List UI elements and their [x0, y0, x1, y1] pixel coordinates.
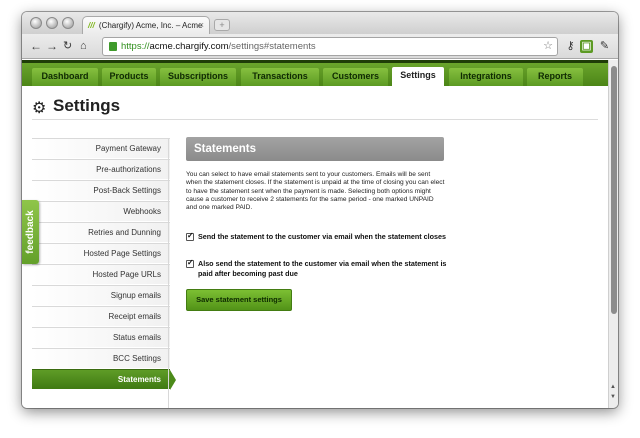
- sidebar-item-hosted-page-urls[interactable]: Hosted Page URLs: [32, 264, 170, 284]
- browser-tab[interactable]: /// (Chargify) Acme, Inc. – Acme ×: [82, 16, 210, 34]
- tab-close-icon[interactable]: ×: [199, 17, 204, 34]
- close-window-button[interactable]: [30, 17, 42, 29]
- feedback-tab[interactable]: feedback: [22, 200, 39, 264]
- new-tab-button[interactable]: +: [214, 19, 230, 31]
- sidebar-item-hosted-page-settings[interactable]: Hosted Page Settings: [32, 243, 170, 263]
- scroll-up-arrow-icon[interactable]: ▲: [610, 384, 616, 390]
- tab-transactions[interactable]: Transactions: [241, 68, 319, 86]
- browser-window: /// (Chargify) Acme, Inc. – Acme × + ← →…: [22, 12, 618, 408]
- lock-icon: [109, 42, 117, 51]
- send-on-close-label[interactable]: Send the statement to the customer via e…: [198, 232, 448, 242]
- bookmark-star-icon[interactable]: ☆: [543, 38, 553, 55]
- send-on-close-checkbox[interactable]: [186, 231, 194, 241]
- send-on-paid-checkbox[interactable]: [186, 258, 194, 268]
- title-bar: /// (Chargify) Acme, Inc. – Acme × +: [22, 12, 618, 34]
- scroll-thumb[interactable]: [611, 66, 617, 314]
- sidebar-item-statements[interactable]: Statements: [32, 369, 176, 390]
- sidebar-item-webhooks[interactable]: Webhooks: [32, 201, 170, 221]
- settings-wrench-icon[interactable]: ✎: [598, 40, 611, 53]
- url-path: /settings#statements: [228, 41, 316, 52]
- tab-dashboard[interactable]: Dashboard: [32, 68, 98, 86]
- sidebar-item-signup-emails[interactable]: Signup emails: [32, 285, 170, 305]
- scroll-down-arrow-icon[interactable]: ▼: [610, 394, 616, 400]
- tab-integrations[interactable]: Integrations: [449, 68, 523, 86]
- sidebar-item-receipt-emails[interactable]: Receipt emails: [32, 306, 170, 326]
- extension-icon[interactable]: ▣: [580, 40, 593, 53]
- sidebar-item-retries-and-dunning[interactable]: Retries and Dunning: [32, 222, 170, 242]
- sidebar-item-label: Statements: [117, 375, 161, 384]
- zoom-window-button[interactable]: [62, 17, 74, 29]
- main-nav: Dashboard Products Subscriptions Transac…: [22, 60, 608, 87]
- url-host: acme.chargify.com: [149, 41, 229, 52]
- wrench-key-icon[interactable]: ⚷: [564, 40, 577, 53]
- section-heading: Statements: [186, 137, 444, 161]
- browser-toolbar: ← → ↻ ⌂ https://acme.chargify.com/settin…: [22, 34, 618, 59]
- home-icon[interactable]: ⌂: [80, 39, 87, 53]
- sidebar-item-status-emails[interactable]: Status emails: [32, 327, 170, 347]
- send-on-paid-label[interactable]: Also send the statement to the customer …: [198, 259, 448, 278]
- chargify-favicon-icon: ///: [88, 21, 95, 30]
- sidebar-item-payment-gateway[interactable]: Payment Gateway: [32, 138, 170, 158]
- page-title: Settings: [53, 96, 121, 115]
- sidebar-divider: [168, 138, 169, 408]
- header-divider: [32, 119, 598, 120]
- minimize-window-button[interactable]: [46, 17, 58, 29]
- tab-settings[interactable]: Settings: [392, 67, 444, 87]
- gear-icon: ⚙: [32, 100, 47, 117]
- page-viewport: Dashboard Products Subscriptions Transac…: [22, 60, 608, 408]
- address-bar[interactable]: https://acme.chargify.com/settings#state…: [102, 37, 558, 56]
- sidebar-item-pre-authorizations[interactable]: Pre-authorizations: [32, 159, 170, 179]
- tab-subscriptions[interactable]: Subscriptions: [160, 68, 236, 86]
- statements-description: You can select to have email statements …: [186, 171, 445, 212]
- sidebar-item-post-back-settings[interactable]: Post-Back Settings: [32, 180, 170, 200]
- reload-icon[interactable]: ↻: [63, 39, 72, 53]
- tab-title: (Chargify) Acme, Inc. – Acme: [98, 21, 203, 30]
- active-arrow-icon: [170, 370, 176, 390]
- tab-products[interactable]: Products: [102, 68, 156, 86]
- vertical-scrollbar[interactable]: ▲ ▼: [608, 60, 618, 408]
- forward-arrow-icon[interactable]: →: [46, 39, 58, 53]
- tab-reports[interactable]: Reports: [527, 68, 583, 86]
- tab-customers[interactable]: Customers: [323, 68, 388, 86]
- save-statement-settings-button[interactable]: Save statement settings: [186, 289, 292, 311]
- url-scheme: https://: [121, 41, 150, 52]
- back-arrow-icon[interactable]: ←: [30, 39, 42, 53]
- sidebar-item-bcc-settings[interactable]: BCC Settings: [32, 348, 170, 368]
- feedback-label: feedback: [25, 210, 36, 254]
